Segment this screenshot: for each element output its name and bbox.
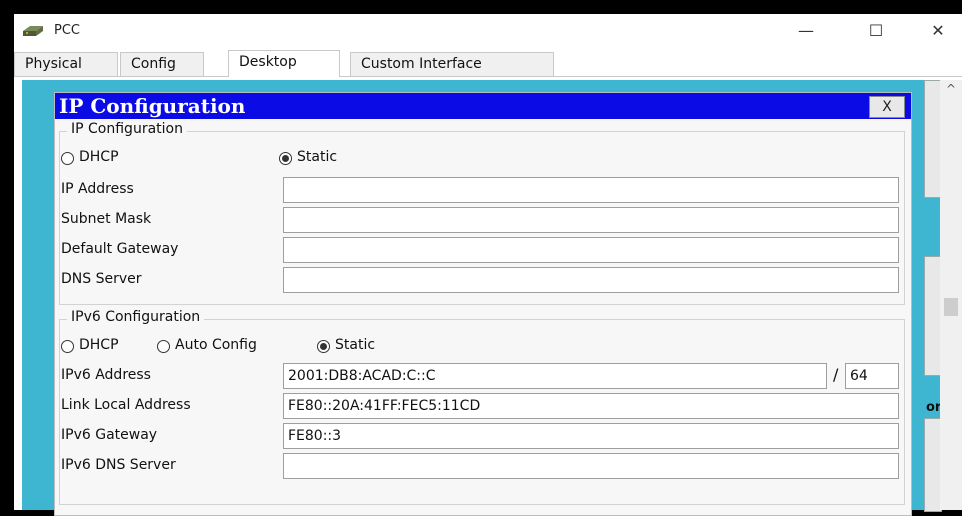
ipv6-gateway-input[interactable]: FE80::3: [283, 423, 899, 449]
dialog-header: IP Configuration X: [55, 93, 911, 119]
ipv6-static-radio[interactable]: [317, 340, 330, 353]
prefix-separator: /: [833, 365, 839, 384]
default-gateway-input[interactable]: [283, 237, 899, 263]
minimize-button[interactable]: —: [786, 18, 826, 44]
dialog-title: IP Configuration: [59, 94, 246, 118]
ipv4-static-label[interactable]: Static: [297, 149, 337, 165]
link-local-address-label: Link Local Address: [61, 397, 191, 413]
ipv4-dhcp-label[interactable]: DHCP: [79, 149, 119, 165]
ipv6-dns-server-input[interactable]: [283, 453, 899, 479]
ipv6-auto-config-label[interactable]: Auto Config: [175, 337, 257, 353]
dns-server-input[interactable]: [283, 267, 899, 293]
ipv4-group-legend: IP Configuration: [67, 121, 187, 137]
ipv6-group-legend: IPv6 Configuration: [67, 309, 205, 325]
subnet-mask-input[interactable]: [283, 207, 899, 233]
close-button[interactable]: ✕: [918, 18, 958, 44]
ipv6-dns-server-label: IPv6 DNS Server: [61, 457, 176, 473]
ipv4-dhcp-radio[interactable]: [61, 152, 74, 165]
app-window: PCC — ☐ ✕ Physical Config Desktop Custom…: [14, 14, 962, 516]
tab-physical[interactable]: Physical: [14, 52, 118, 76]
ipv6-gateway-label: IPv6 Gateway: [61, 427, 158, 443]
ipv6-static-label[interactable]: Static: [335, 337, 375, 353]
vertical-scrollbar[interactable]: ^: [940, 80, 962, 510]
ipv6-address-input[interactable]: 2001:DB8:ACAD:C::C: [283, 363, 827, 389]
dialog-close-button[interactable]: X: [869, 96, 905, 118]
ipv6-dhcp-radio[interactable]: [61, 340, 74, 353]
window-title: PCC: [54, 23, 80, 38]
title-bar[interactable]: PCC — ☐ ✕: [14, 14, 962, 48]
tab-bar: Physical Config Desktop Custom Interface: [14, 50, 962, 77]
tab-custom-interface[interactable]: Custom Interface: [350, 52, 554, 76]
subnet-mask-label: Subnet Mask: [61, 211, 152, 227]
ip-address-label: IP Address: [61, 181, 134, 197]
ipv6-prefix-length-input[interactable]: 64: [845, 363, 899, 389]
scroll-thumb[interactable]: [944, 298, 958, 316]
tab-desktop[interactable]: Desktop: [228, 50, 340, 77]
link-local-address-input[interactable]: FE80::20A:41FF:FEC5:11CD: [283, 393, 899, 419]
dns-server-label: DNS Server: [61, 271, 142, 287]
ipv6-address-label: IPv6 Address: [61, 367, 151, 383]
network-device-icon: [23, 26, 43, 36]
scroll-up-button[interactable]: ^: [940, 80, 962, 98]
ipv6-dhcp-label[interactable]: DHCP: [79, 337, 119, 353]
ipv6-auto-config-radio[interactable]: [157, 340, 170, 353]
default-gateway-label: Default Gateway: [61, 241, 179, 257]
ipv4-static-radio[interactable]: [279, 152, 292, 165]
maximize-button[interactable]: ☐: [856, 18, 896, 44]
tab-config[interactable]: Config: [120, 52, 204, 76]
ip-address-input[interactable]: [283, 177, 899, 203]
ip-configuration-dialog: IP Configuration X IP Configuration DHCP…: [54, 92, 912, 516]
